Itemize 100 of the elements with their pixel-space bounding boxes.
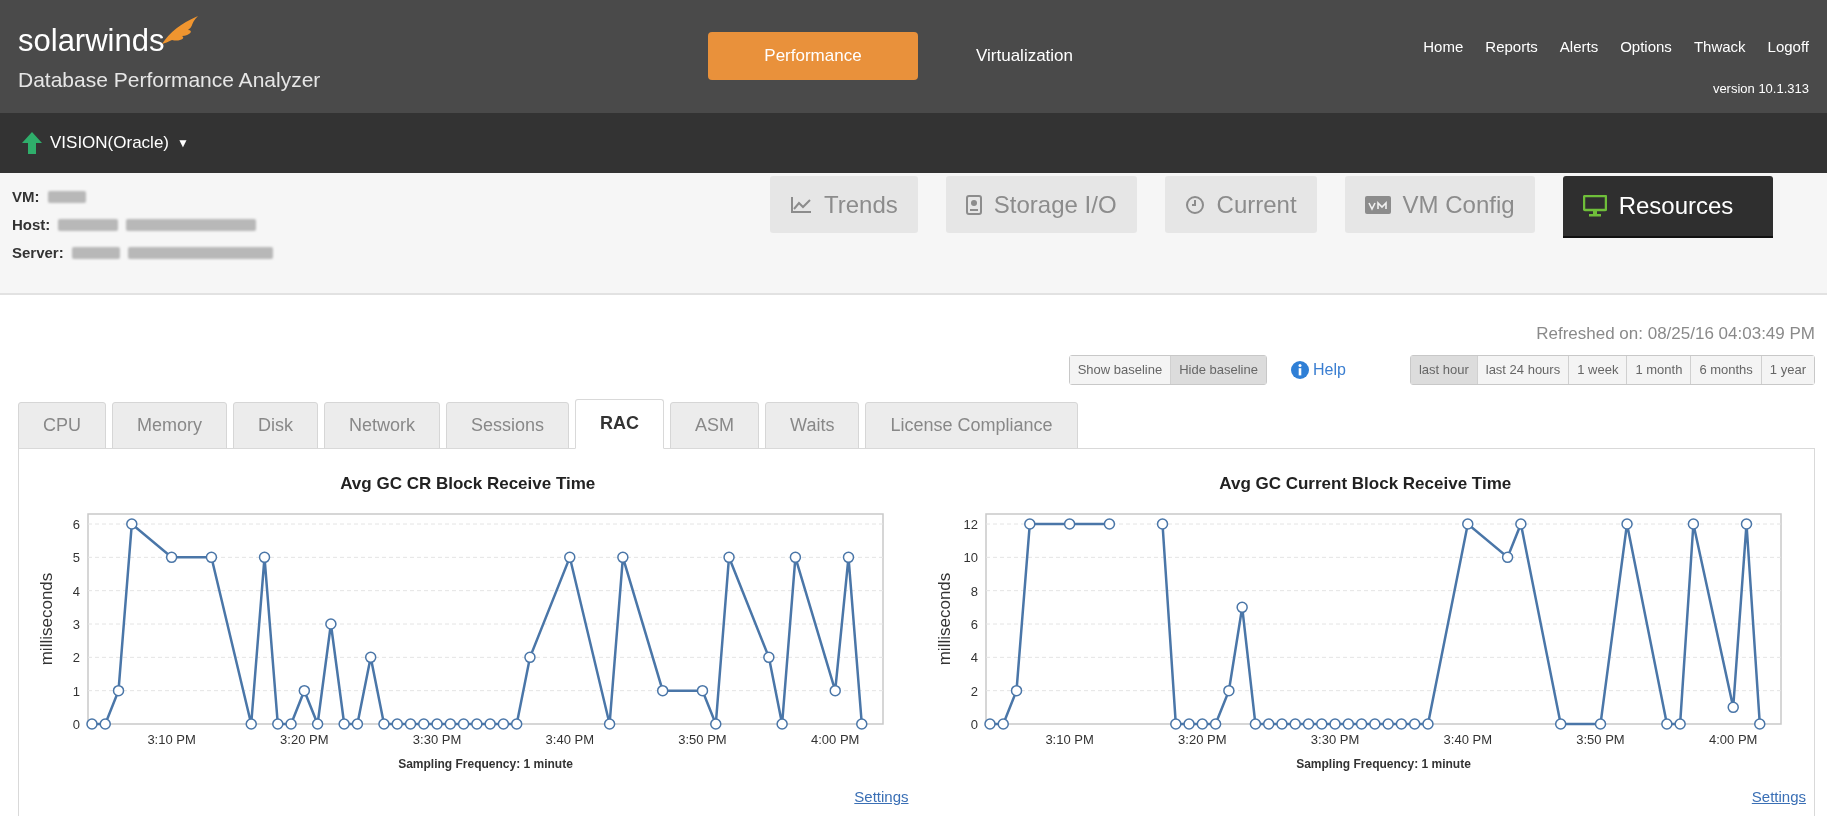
section-tab[interactable]: License Compliance — [865, 401, 1078, 449]
data-point — [1342, 718, 1354, 730]
section-tab[interactable]: Sessions — [446, 401, 570, 449]
data-point — [1355, 718, 1367, 730]
data-point — [378, 718, 390, 730]
data-point — [856, 718, 868, 730]
data-point — [245, 718, 257, 730]
data-point — [338, 718, 350, 730]
field-label: Server: — [12, 242, 64, 263]
data-point — [1726, 701, 1739, 714]
chart-title: Avg GC CR Block Receive Time — [340, 472, 596, 495]
refreshed-timestamp: Refreshed on: 08/25/16 04:03:49 PM — [1536, 323, 1815, 345]
y-axis-label: milliseconds — [37, 572, 56, 666]
settings-link[interactable]: Settings — [1751, 786, 1806, 809]
section-tab[interactable]: Waits — [765, 401, 860, 449]
data-point — [696, 684, 709, 697]
nav-link[interactable]: Reports — [1485, 36, 1538, 59]
data-point — [1594, 718, 1606, 730]
data-point — [1740, 518, 1752, 530]
y-tick-label: 0 — [970, 717, 978, 732]
field-label: VM: — [12, 186, 40, 207]
data-point — [391, 718, 403, 730]
data-point — [1196, 718, 1208, 730]
data-point — [1620, 518, 1633, 530]
data-point — [1302, 718, 1314, 730]
y-tick-label: 1 — [72, 683, 80, 699]
x-axis-label: Sampling Frequency: 1 minute — [398, 757, 573, 771]
monitor-icon — [1582, 195, 1607, 217]
nav-link[interactable]: Options — [1620, 36, 1672, 59]
data-point — [86, 718, 98, 730]
data-point — [1421, 718, 1434, 730]
nav-link[interactable]: Logoff — [1767, 36, 1809, 59]
data-point — [983, 718, 996, 730]
x-tick-label: 3:20 PM — [280, 732, 329, 747]
mode-tab[interactable]: Virtualization — [966, 32, 1084, 80]
data-point — [710, 718, 722, 730]
chart-title: Avg GC Current Block Receive Time — [1219, 472, 1512, 495]
view-tab[interactable]: Trends — [770, 176, 918, 233]
data-point — [1182, 718, 1195, 730]
data-point — [285, 718, 297, 730]
y-axis-label: milliseconds — [934, 572, 954, 666]
view-tab[interactable]: Storage I/O — [945, 176, 1137, 233]
brand-name: solarwinds — [18, 25, 165, 58]
data-point — [457, 718, 470, 730]
data-point — [1753, 718, 1765, 730]
x-tick-label: 4:00 PM — [1708, 732, 1757, 747]
clock-icon — [1184, 194, 1205, 215]
y-tick-label: 6 — [72, 517, 80, 532]
data-point — [258, 551, 271, 564]
x-tick-label: 3:40 PM — [1443, 732, 1492, 747]
section-tab[interactable]: RAC — [575, 398, 665, 449]
data-point — [1275, 718, 1288, 730]
section-tab[interactable]: CPU — [18, 401, 106, 449]
data-point — [1063, 518, 1075, 530]
data-point — [431, 718, 443, 730]
x-tick-label: 3:10 PM — [147, 732, 196, 747]
nav-link[interactable]: Alerts — [1559, 36, 1599, 59]
y-tick-label: 5 — [72, 550, 80, 566]
nav-link[interactable]: Thwack — [1693, 36, 1746, 59]
data-point — [1673, 718, 1686, 730]
data-point — [1235, 601, 1248, 614]
data-point — [418, 718, 430, 730]
data-point — [789, 551, 802, 564]
view-tab[interactable]: Current — [1164, 176, 1317, 233]
data-point — [497, 718, 510, 730]
section-tab[interactable]: ASM — [670, 401, 760, 449]
settings-link[interactable]: Settings — [854, 786, 909, 809]
data-point — [842, 551, 855, 564]
data-point — [1660, 718, 1673, 730]
y-tick-label: 2 — [72, 650, 80, 666]
data-point — [1461, 518, 1474, 530]
baseline-toggle[interactable]: Hide baseline — [1170, 355, 1266, 384]
data-point — [364, 651, 377, 664]
view-tab[interactable]: VM Config — [1344, 176, 1535, 233]
data-point — [1381, 718, 1394, 730]
field-label: Host: — [12, 214, 51, 235]
data-point — [1554, 718, 1566, 730]
y-tick-label: 2 — [970, 683, 978, 699]
up-arrow-icon — [22, 132, 42, 154]
data-point — [656, 684, 669, 697]
data-point — [1169, 718, 1182, 730]
x-tick-label: 3:20 PM — [1177, 732, 1227, 747]
product-name: Database Performance Analyzer — [18, 67, 322, 93]
view-tab[interactable]: Resources — [1562, 176, 1774, 236]
section-tab[interactable]: Memory — [112, 401, 228, 449]
redacted-value — [47, 191, 86, 203]
data-point — [1514, 518, 1527, 530]
time-range-option[interactable]: 1 year — [1760, 355, 1814, 384]
time-range-option[interactable]: last hour — [1410, 355, 1477, 384]
data-point — [603, 718, 616, 730]
data-point — [1501, 551, 1513, 564]
data-point — [298, 684, 311, 697]
section-tab[interactable]: Network — [324, 401, 441, 449]
help-link[interactable]: Help — [1290, 357, 1346, 382]
data-point — [763, 651, 775, 664]
section-tab[interactable]: Disk — [233, 401, 319, 449]
y-tick-label: 0 — [72, 717, 80, 732]
data-point — [524, 651, 536, 664]
instance-dropdown[interactable]: VISION(Oracle) ▼ — [50, 130, 189, 156]
nav-link[interactable]: Home — [1423, 36, 1464, 59]
